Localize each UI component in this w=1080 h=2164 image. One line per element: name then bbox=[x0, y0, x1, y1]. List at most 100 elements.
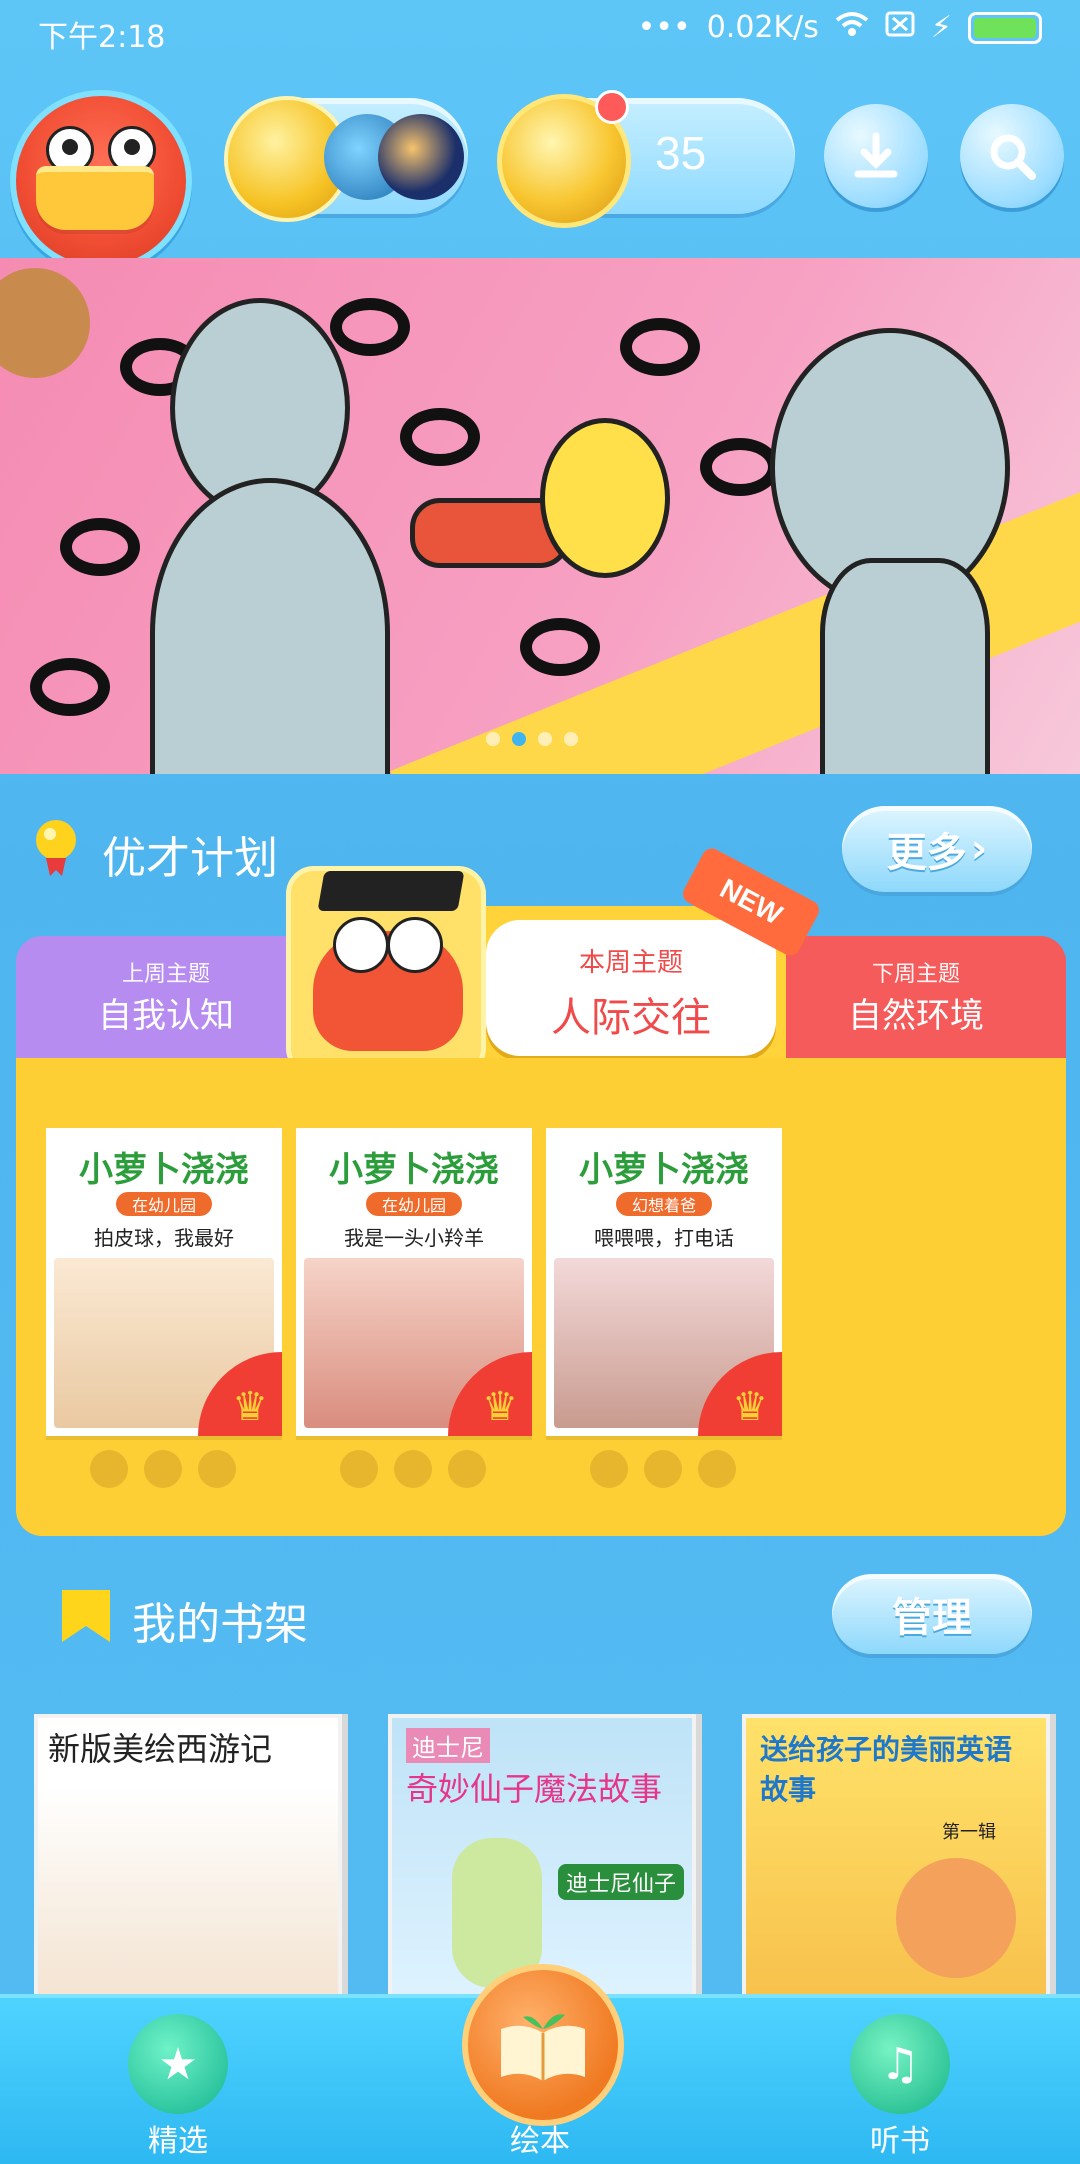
mascot-eye bbox=[333, 917, 389, 973]
shelf-book-sub: 迪士尼仙子 bbox=[558, 1864, 685, 1900]
shelf-book-3[interactable]: 送给孩子的美丽英语故事 第一辑 bbox=[742, 1714, 1050, 2012]
pigeon-right-body-illustration bbox=[820, 558, 990, 774]
status-time: 下午2:18 bbox=[38, 20, 166, 55]
banner-ring bbox=[520, 618, 600, 676]
weekly-theme-tabs: 上周主题 自我认知 下周主题 自然环境 本周主题 人际交往 NEW bbox=[16, 844, 1066, 1076]
banner-ring bbox=[30, 658, 110, 716]
progress-dot bbox=[394, 1450, 432, 1488]
book-level: 在幼儿园 bbox=[366, 1192, 462, 1216]
banner-ring bbox=[330, 298, 410, 356]
status-bar: 下午2:18 ••• 0.02K/s ⚡ bbox=[0, 0, 1080, 62]
tab-this-week[interactable]: 本周主题 人际交往 NEW bbox=[286, 844, 823, 1076]
book-3-progress-dots bbox=[590, 1450, 736, 1488]
progress-dot bbox=[698, 1450, 736, 1488]
last-week-theme: 自我认知 bbox=[98, 996, 234, 1036]
this-week-caption: 本周主题 bbox=[578, 948, 683, 978]
next-week-caption: 下周主题 bbox=[871, 962, 960, 987]
shelf-book-title: 奇妙仙子魔法故事 bbox=[406, 1770, 663, 1808]
book-1-progress-dots bbox=[90, 1450, 236, 1488]
talent-plan-title: 优才计划 bbox=[102, 833, 278, 884]
plan-book-3[interactable]: 小萝卜浇浇 幻想着爸 喂喂喂，打电话 bbox=[546, 1128, 782, 1436]
coins-button[interactable]: 35 bbox=[497, 90, 795, 228]
more-button-label: 更多 bbox=[886, 830, 967, 876]
nav-item-audiobooks[interactable]: ♫ 听书 bbox=[800, 1998, 1000, 2164]
shelf-book-sub: 第一辑 bbox=[942, 1822, 996, 1843]
lightbulb-icon bbox=[32, 818, 80, 878]
manage-button[interactable]: 管理 bbox=[832, 1574, 1032, 1654]
plan-book-2[interactable]: 小萝卜浇浇 在幼儿园 我是一头小羚羊 bbox=[296, 1128, 532, 1436]
book-2-progress-dots bbox=[340, 1450, 486, 1488]
nav-item-picture-books[interactable]: 绘本 bbox=[440, 1998, 640, 2164]
medals-button[interactable] bbox=[224, 96, 468, 222]
more-button[interactable]: 更多 › bbox=[842, 806, 1032, 892]
book-series: 小萝卜浇浇 bbox=[329, 1150, 499, 1190]
more-dots-icon: ••• bbox=[637, 10, 691, 45]
sim-icon bbox=[885, 10, 915, 45]
top-header: 35 bbox=[0, 70, 1080, 272]
nav-label-audiobooks: 听书 bbox=[870, 2124, 930, 2159]
duckling-illustration bbox=[540, 418, 670, 578]
next-week-theme: 自然环境 bbox=[848, 996, 984, 1036]
progress-dot bbox=[644, 1450, 682, 1488]
download-button[interactable] bbox=[824, 104, 928, 208]
pigeon-body-illustration bbox=[150, 478, 390, 774]
graduation-cap-icon bbox=[317, 871, 465, 911]
download-icon bbox=[854, 132, 898, 178]
banner-dot bbox=[564, 732, 578, 746]
shelf-book-art bbox=[38, 1788, 338, 2008]
banner-ring bbox=[620, 318, 700, 376]
coin-count: 35 bbox=[655, 127, 707, 179]
nav-item-featured[interactable]: ★ 精选 bbox=[78, 1998, 278, 2164]
charging-icon: ⚡ bbox=[930, 10, 952, 45]
bookmark-icon bbox=[60, 1588, 112, 1644]
bookshelf-title: 我的书架 bbox=[132, 1599, 308, 1650]
banner-page-indicator bbox=[486, 732, 578, 746]
book-level: 在幼儿园 bbox=[116, 1192, 212, 1216]
banner-ring bbox=[400, 408, 480, 466]
tab-last-week[interactable]: 上周主题 自我认知 bbox=[16, 936, 316, 1076]
progress-dot bbox=[90, 1450, 128, 1488]
notification-dot bbox=[595, 90, 629, 124]
banner-dot bbox=[486, 732, 500, 746]
progress-dot bbox=[340, 1450, 378, 1488]
book-title: 我是一头小羚羊 bbox=[344, 1226, 484, 1250]
book-series: 小萝卜浇浇 bbox=[79, 1150, 249, 1190]
book-title: 喂喂喂，打电话 bbox=[594, 1226, 734, 1250]
child-illustration bbox=[896, 1858, 1016, 1978]
promo-banner[interactable] bbox=[0, 258, 1080, 774]
shelf-book-brand: 迪士尼 bbox=[406, 1728, 490, 1763]
mascot-eye bbox=[387, 917, 443, 973]
book-series: 小萝卜浇浇 bbox=[579, 1150, 749, 1190]
search-button[interactable] bbox=[960, 104, 1064, 208]
book-level: 幻想着爸 bbox=[616, 1192, 712, 1216]
avatar[interactable] bbox=[10, 90, 192, 272]
banner-ring bbox=[700, 438, 780, 496]
battery-icon bbox=[968, 11, 1042, 44]
this-week-bubble: 本周主题 人际交往 bbox=[486, 920, 776, 1056]
cookie-illustration bbox=[0, 268, 90, 378]
star-gift-icon: ★ bbox=[128, 2014, 228, 2114]
shelf-book-1[interactable]: 新版美绘西游记 bbox=[34, 1714, 342, 2012]
nav-label-picture-books: 绘本 bbox=[510, 2124, 570, 2159]
nav-label-featured: 精选 bbox=[148, 2124, 208, 2159]
bottom-nav: ★ 精选 绘本 ♫ 听书 bbox=[0, 1964, 1080, 2164]
progress-dot bbox=[448, 1450, 486, 1488]
music-note-icon: ♫ bbox=[850, 2014, 950, 2114]
banner-ring bbox=[60, 518, 140, 576]
talent-plan-books-panel: 小萝卜浇浇 在幼儿园 拍皮球，我最好 小萝卜浇浇 在幼儿园 我是一头小羚羊 小萝… bbox=[16, 1058, 1066, 1536]
crab-scholar-mascot bbox=[286, 866, 486, 1076]
status-icons: ••• 0.02K/s ⚡ bbox=[638, 10, 1042, 45]
saturn-planet-icon bbox=[378, 114, 464, 200]
this-week-theme: 人际交往 bbox=[551, 995, 711, 1041]
book-title: 拍皮球，我最好 bbox=[94, 1226, 234, 1250]
progress-dot bbox=[144, 1450, 182, 1488]
tab-next-week[interactable]: 下周主题 自然环境 bbox=[766, 936, 1066, 1076]
plan-book-1[interactable]: 小萝卜浇浇 在幼儿园 拍皮球，我最好 bbox=[46, 1128, 282, 1436]
network-speed: 0.02K/s bbox=[706, 10, 819, 45]
wifi-icon bbox=[835, 10, 869, 45]
shelf-book-title: 新版美绘西游记 bbox=[48, 1730, 273, 1768]
progress-dot bbox=[590, 1450, 628, 1488]
search-icon bbox=[990, 134, 1036, 180]
banner-dot bbox=[538, 732, 552, 746]
last-week-caption: 上周主题 bbox=[121, 962, 210, 987]
